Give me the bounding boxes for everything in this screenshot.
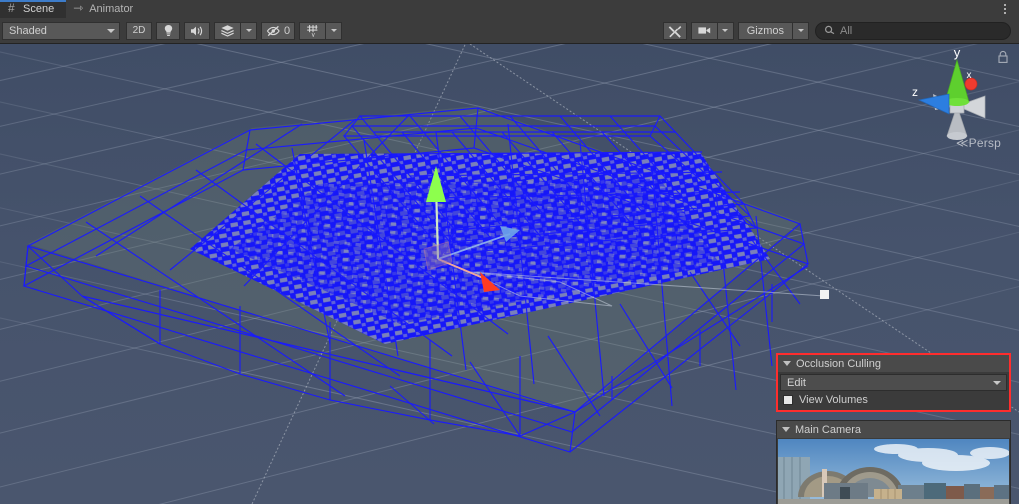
occlusion-culling-panel[interactable]: Occlusion Culling Edit View Volumes — [776, 353, 1011, 412]
grid-button-group: y — [299, 21, 342, 40]
svg-text:y: y — [312, 31, 316, 37]
shading-mode-value: Shaded — [9, 24, 47, 37]
scene-camera-button[interactable] — [690, 21, 717, 40]
projection-prefix-icon: ≪ — [955, 136, 969, 150]
search-placeholder-text: All — [840, 24, 853, 37]
triangle-down-icon[interactable] — [782, 427, 790, 432]
gizmo-x-label: x — [967, 70, 972, 81]
shading-mode-dropdown[interactable]: Shaded — [2, 21, 120, 40]
chevron-down-icon — [797, 29, 804, 32]
occlusion-panel-header[interactable]: Occlusion Culling — [778, 355, 1009, 372]
scene-camera-group — [690, 21, 734, 40]
camera-preview-render — [778, 439, 1009, 504]
occlusion-mode-value: Edit — [787, 376, 806, 389]
view-volumes-label: View Volumes — [799, 394, 868, 406]
hidden-objects-button[interactable]: 0 — [261, 21, 295, 40]
effects-layers-icon — [221, 25, 234, 37]
camera-preview-image: CSDN @Prosper Lee — [778, 439, 1009, 504]
chevron-down-icon — [330, 29, 337, 32]
projection-mode-text: Persp — [968, 136, 1001, 150]
view-volumes-checkbox[interactable] — [783, 395, 793, 405]
effects-dropdown-button[interactable] — [240, 21, 257, 40]
triangle-down-icon[interactable] — [783, 361, 791, 366]
gizmo-y-label: y — [954, 45, 961, 60]
grid-toggle-button[interactable]: y — [299, 21, 325, 40]
chevron-down-icon — [993, 380, 1001, 385]
chevron-down-icon — [245, 29, 252, 32]
gizmos-toggle-button[interactable]: Gizmos — [737, 21, 792, 40]
scene-tools-button[interactable] — [662, 21, 687, 40]
occlusion-panel-body: Edit View Volumes — [778, 372, 1009, 410]
animator-icon — [73, 1, 85, 15]
speaker-icon — [190, 25, 202, 36]
lighting-toggle-button[interactable] — [156, 21, 180, 40]
hash-icon — [8, 1, 19, 15]
scene-viewport[interactable]: y x z ≪Persp Occlusion Culling Edit View… — [0, 44, 1019, 504]
scene-view-toolbar: Shaded 2D 0 y Gizmos All — [0, 18, 1019, 44]
chevron-down-icon — [722, 29, 729, 32]
effects-toggle-button[interactable] — [214, 21, 240, 40]
tab-scene[interactable]: Scene — [0, 0, 67, 18]
gizmos-group: Gizmos — [737, 21, 809, 40]
occlusion-panel-title: Occlusion Culling — [796, 357, 881, 370]
search-icon — [824, 25, 835, 35]
view-volumes-checkbox-row[interactable]: View Volumes — [780, 391, 1007, 407]
search-input[interactable]: All — [815, 21, 1011, 40]
toggle-2d-button[interactable]: 2D — [126, 21, 152, 40]
scene-camera-dropdown[interactable] — [716, 21, 734, 40]
drag-handle-square — [820, 290, 829, 299]
gizmos-label: Gizmos — [746, 24, 784, 37]
grid-dropdown-button[interactable] — [325, 21, 342, 40]
tools-icon — [668, 25, 682, 38]
chevron-down-icon — [107, 28, 115, 33]
camera-panel-title: Main Camera — [795, 423, 862, 436]
gizmos-dropdown-button[interactable] — [792, 21, 809, 40]
main-camera-preview-panel[interactable]: Main Camera — [776, 420, 1011, 504]
gizmo-z-cone — [917, 93, 950, 115]
tab-animator-label: Animator — [89, 3, 134, 15]
tab-scene-label: Scene — [23, 3, 55, 15]
scene-camera-icon — [698, 27, 710, 34]
effects-button-group — [214, 21, 257, 40]
tab-animator[interactable]: Animator — [66, 0, 145, 18]
camera-panel-header[interactable]: Main Camera — [777, 421, 1010, 438]
lock-icon[interactable] — [997, 50, 1009, 64]
audio-toggle-button[interactable] — [184, 21, 210, 40]
editor-tab-bar: Scene Animator — [0, 0, 1019, 18]
projection-mode-label[interactable]: ≪Persp — [956, 136, 1001, 150]
toggle-2d-label: 2D — [132, 25, 146, 36]
kebab-menu-icon[interactable] — [997, 0, 1013, 18]
hidden-objects-count: 0 — [283, 24, 291, 37]
grid-snap-icon: y — [307, 25, 318, 37]
gizmo-z-label: z — [912, 85, 918, 99]
lightbulb-icon — [164, 25, 172, 36]
eye-slash-icon — [266, 25, 280, 36]
occlusion-mode-dropdown[interactable]: Edit — [780, 374, 1007, 391]
